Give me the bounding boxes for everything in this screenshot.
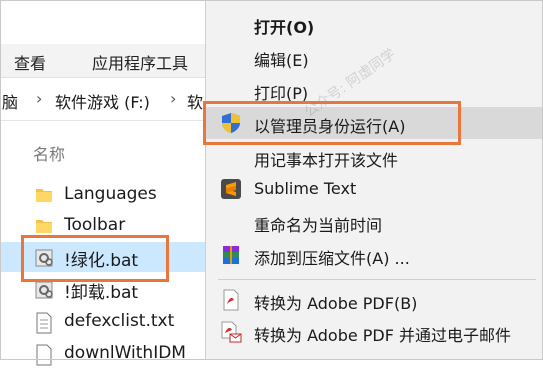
image-frame [0,0,543,360]
